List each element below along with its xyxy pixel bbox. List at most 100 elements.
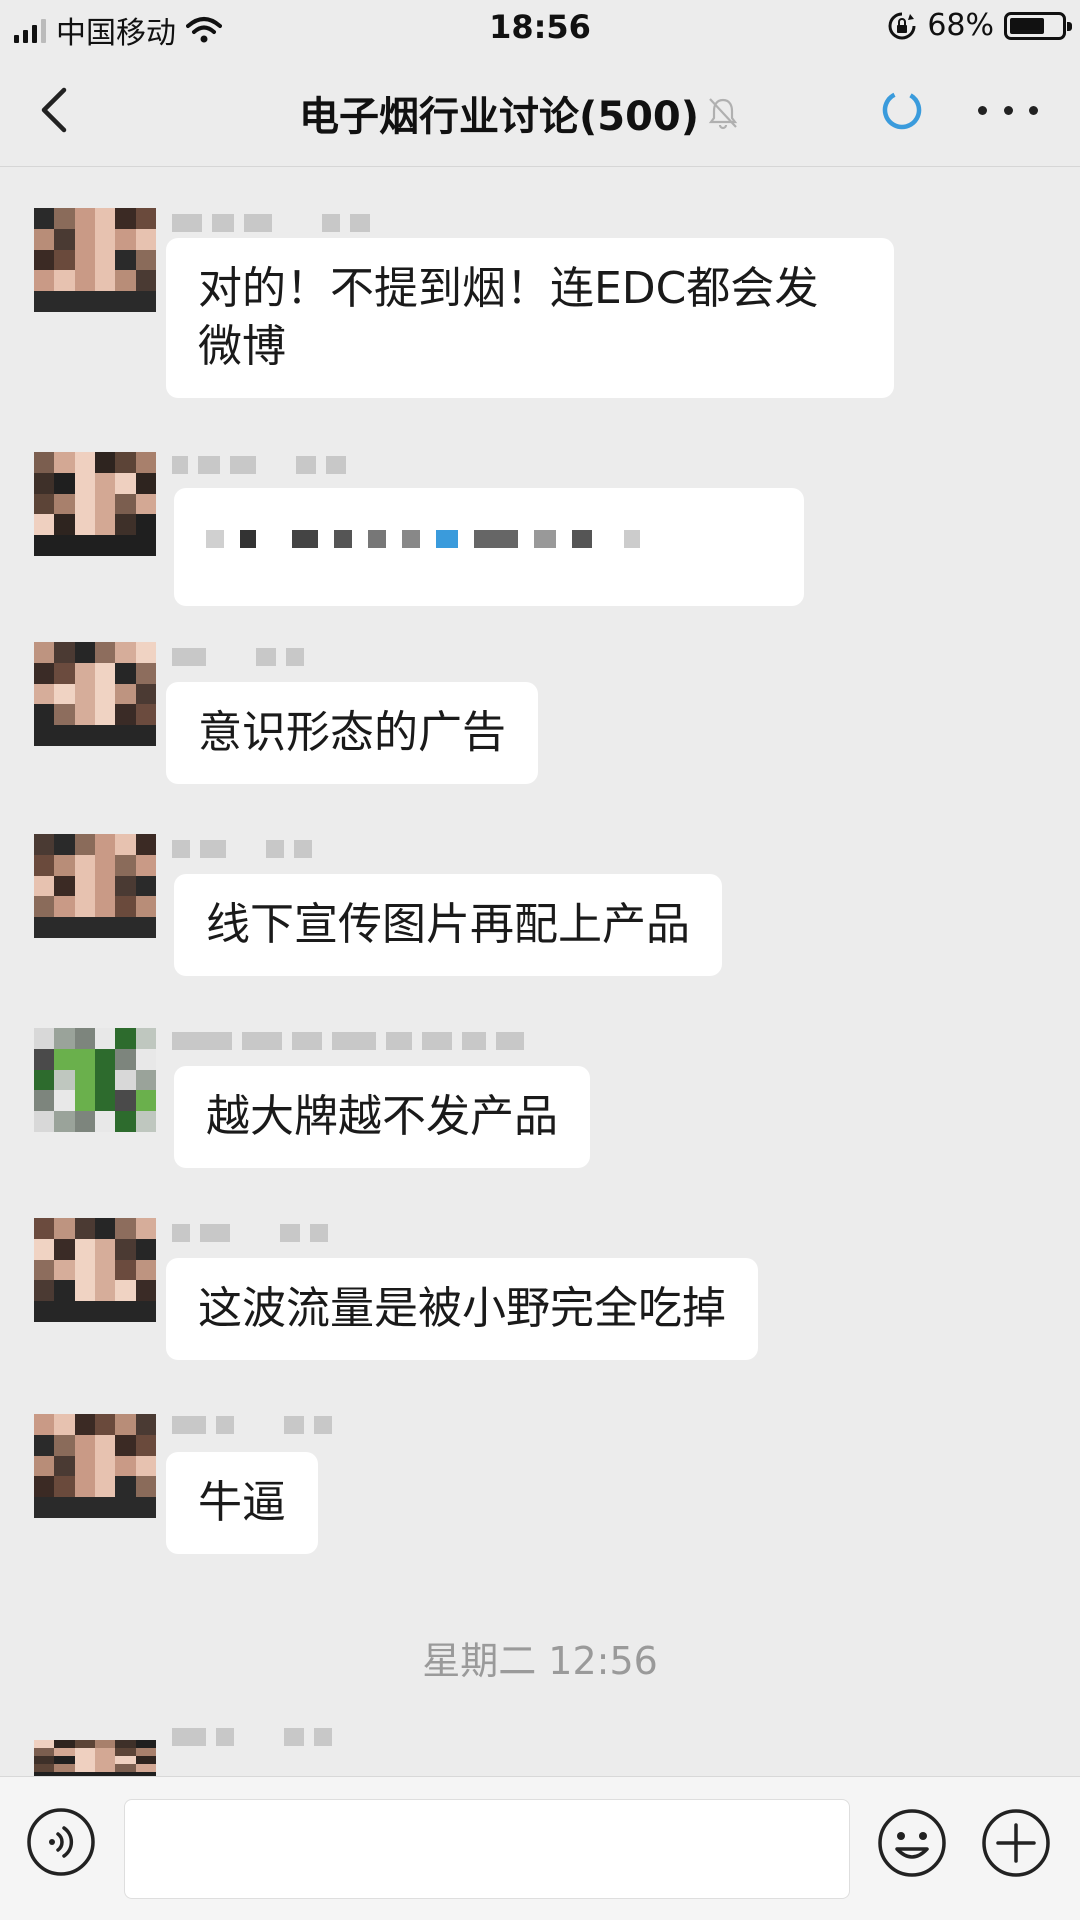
avatar-pixel — [95, 1301, 116, 1322]
avatar[interactable] — [34, 1028, 156, 1132]
avatar-pixel — [95, 1740, 116, 1748]
avatar-pixel — [74, 1476, 95, 1498]
avatar-pixel — [95, 704, 116, 726]
chat-screen: 中国移动 18:56 68% 电子烟行业讨论(500) 对的！不提到烟！连EDC… — [0, 0, 1080, 1920]
avatar-pixel — [54, 1301, 75, 1322]
avatar-pixel — [135, 1301, 156, 1322]
avatar-pixel — [54, 1740, 75, 1748]
avatar-pixel — [34, 896, 55, 918]
avatar-pixel — [95, 208, 116, 229]
battery-fill — [1010, 17, 1044, 34]
message-bubble[interactable]: 意识形态的广告 — [166, 682, 538, 784]
message-bubble[interactable]: 对的！不提到烟！连EDC都会发 微博 — [166, 238, 894, 398]
avatar[interactable] — [34, 642, 156, 746]
message-bubble-blurred[interactable] — [174, 488, 804, 606]
avatar-pixel — [95, 834, 116, 855]
voice-icon[interactable] — [26, 1807, 96, 1877]
avatar-pixel — [54, 896, 75, 918]
avatar-pixel — [34, 917, 55, 938]
avatar-pixel — [54, 291, 75, 312]
avatar-pixel — [115, 1111, 136, 1132]
avatar-pixel — [74, 208, 95, 229]
avatar-pixel — [135, 1414, 156, 1435]
avatar-pixel — [54, 725, 75, 746]
avatar-pixel — [54, 228, 75, 250]
avatar-pixel — [34, 642, 55, 663]
avatar-pixel — [135, 472, 156, 494]
avatar-pixel — [115, 1756, 136, 1764]
avatar-pixel — [74, 1455, 95, 1477]
avatar-pixel — [95, 1069, 116, 1091]
avatar-pixel — [74, 1301, 95, 1322]
avatar-pixel — [115, 1090, 136, 1112]
avatar[interactable] — [34, 834, 156, 938]
message-bubble[interactable]: 线下宣传图片再配上产品 — [174, 874, 722, 976]
avatar-pixel — [34, 875, 55, 897]
avatar-pixel — [34, 1238, 55, 1260]
status-bar: 中国移动 18:56 68% — [0, 0, 1080, 54]
avatar-pixel — [74, 834, 95, 855]
avatar-pixel — [34, 291, 55, 312]
message-bubble[interactable]: 越大牌越不发产品 — [174, 1066, 590, 1168]
avatar-pixel — [95, 1476, 116, 1498]
avatar-pixel — [34, 208, 55, 229]
avatar-pixel — [95, 683, 116, 705]
message-bubble[interactable]: 牛逼 — [166, 1452, 318, 1554]
avatar-pixel — [115, 1476, 136, 1498]
avatar-pixel — [54, 514, 75, 536]
avatar-pixel — [95, 1764, 116, 1772]
avatar-pixel — [74, 249, 95, 271]
avatar-pixel — [95, 452, 116, 473]
avatar-pixel — [135, 1434, 156, 1456]
avatar-pixel — [34, 493, 55, 515]
avatar-pixel — [34, 1259, 55, 1281]
avatar-pixel — [115, 452, 136, 473]
avatar-pixel — [74, 1218, 95, 1239]
avatar-pixel — [34, 1069, 55, 1091]
avatar-pixel — [95, 535, 116, 556]
avatar-pixel — [135, 270, 156, 292]
avatar[interactable] — [34, 208, 156, 312]
avatar-pixel — [135, 1497, 156, 1518]
message-input[interactable] — [124, 1799, 850, 1899]
avatar-pixel — [74, 854, 95, 876]
avatar-pixel — [135, 1238, 156, 1260]
avatar-pixel — [95, 642, 116, 663]
avatar[interactable] — [34, 1414, 156, 1518]
avatar-pixel — [74, 896, 95, 918]
sender-name-blurred — [172, 1222, 328, 1244]
plus-icon[interactable] — [980, 1807, 1052, 1879]
avatar-pixel — [54, 1414, 75, 1435]
avatar-pixel — [135, 1476, 156, 1498]
avatar-pixel — [54, 1748, 75, 1756]
avatar[interactable] — [34, 1740, 156, 1780]
avatar-pixel — [115, 1764, 136, 1772]
avatar-pixel — [115, 1301, 136, 1322]
avatar-pixel — [95, 1280, 116, 1302]
avatar-pixel — [34, 1434, 55, 1456]
avatar-pixel — [95, 854, 116, 876]
sender-name-blurred — [172, 454, 346, 476]
input-bar — [0, 1776, 1080, 1920]
avatar-pixel — [74, 704, 95, 726]
avatar[interactable] — [34, 1218, 156, 1322]
avatar[interactable] — [34, 452, 156, 556]
avatar-pixel — [54, 1764, 75, 1772]
avatar-pixel — [74, 1069, 95, 1091]
avatar-pixel — [34, 1756, 55, 1764]
avatar-pixel — [135, 1259, 156, 1281]
avatar-pixel — [74, 662, 95, 684]
avatar-pixel — [34, 1028, 55, 1049]
avatar-pixel — [74, 1090, 95, 1112]
more-dots-icon[interactable] — [978, 90, 1038, 130]
avatar-pixel — [74, 1740, 95, 1748]
avatar-pixel — [135, 291, 156, 312]
avatar-pixel — [74, 270, 95, 292]
sender-name-blurred — [172, 1726, 332, 1748]
avatar-pixel — [95, 917, 116, 938]
emoji-icon[interactable] — [876, 1807, 948, 1879]
avatar-pixel — [135, 1764, 156, 1772]
avatar-pixel — [34, 1048, 55, 1070]
message-bubble[interactable]: 这波流量是被小野完全吃掉 — [166, 1258, 758, 1360]
avatar-pixel — [115, 1280, 136, 1302]
